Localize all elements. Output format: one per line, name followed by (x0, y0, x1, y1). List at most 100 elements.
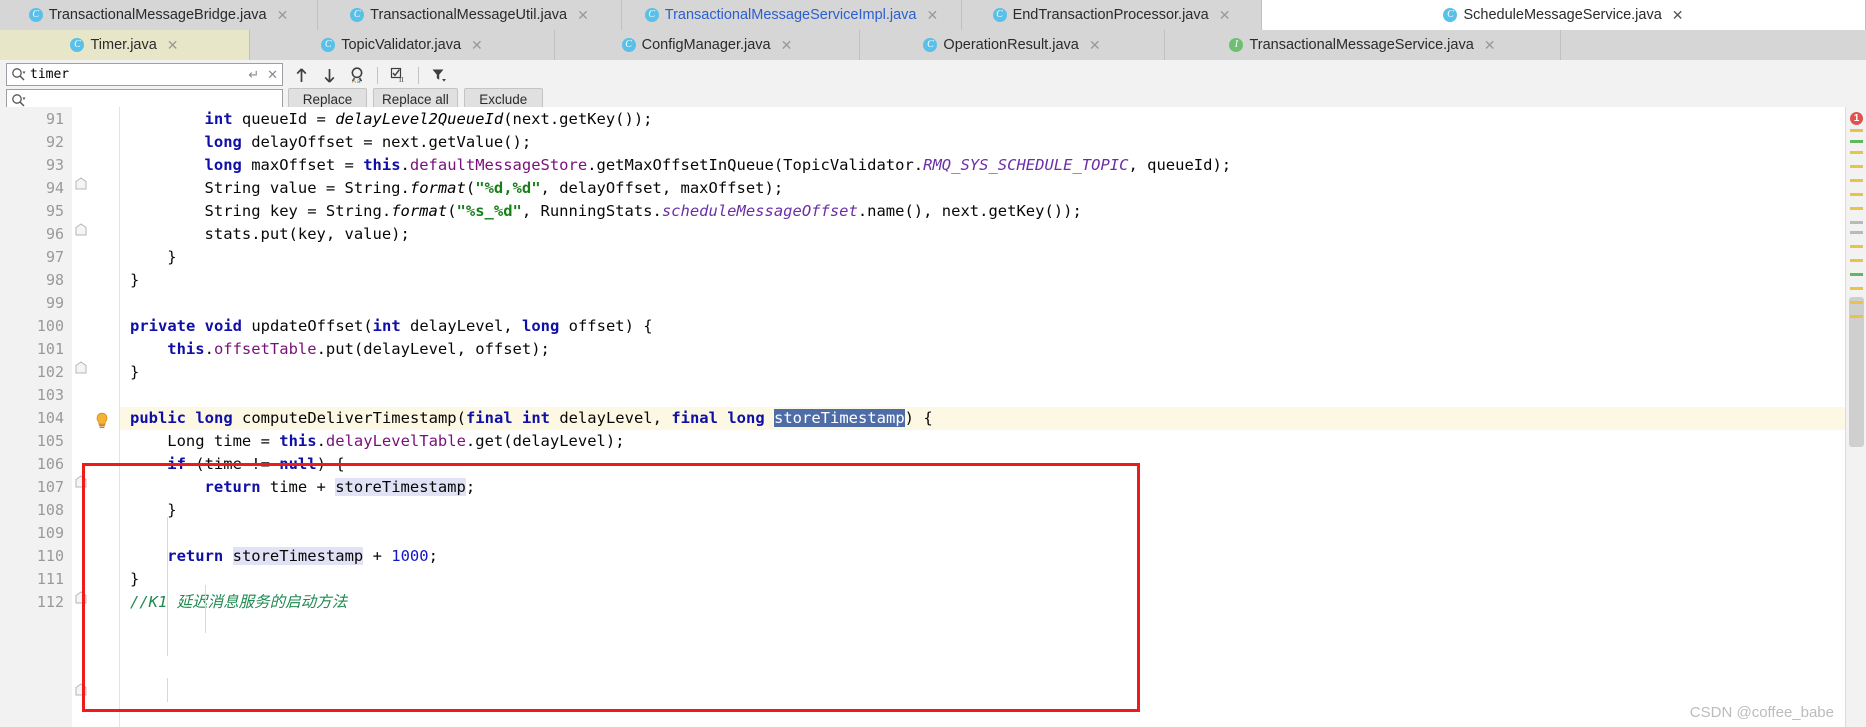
code-line[interactable]: this.offsetTable.put(delayLevel, offset)… (167, 338, 550, 361)
code-line[interactable]: String value = String.format("%d,%d", de… (205, 177, 784, 200)
code-line[interactable]: } (130, 568, 139, 591)
close-icon[interactable]: ✕ (926, 8, 938, 22)
find-next-icon[interactable] (316, 63, 342, 87)
code-token: } (130, 363, 140, 381)
indent-guide (167, 678, 169, 702)
editor-tab-transactionalmessagebridge-java[interactable]: C TransactionalMessageBridge.java ✕ (0, 0, 318, 30)
code-token: storeTimestamp (232, 547, 364, 565)
code-line[interactable]: Long time = this.delayLevelTable.get(del… (167, 430, 624, 453)
line-number: 107 (36, 478, 64, 496)
code-token: 1000 (391, 547, 429, 565)
code-editor[interactable]: 91 92 93 94 95 96 97 98 99 100 101 102 103 104 105 106 1… (0, 107, 1866, 727)
code-line[interactable]: //K1 延迟消息服务的启动方法 (130, 591, 347, 614)
code-text-area[interactable]: int queueId = delayLevel2QueueId(next.ge… (120, 107, 1866, 727)
search-input[interactable]: timer ↵ ✕ (6, 63, 283, 86)
code-line[interactable]: int queueId = delayLevel2QueueId(next.ge… (205, 108, 653, 131)
marker-tick[interactable] (1850, 245, 1863, 248)
code-token: offsetTable (213, 340, 317, 358)
code-line[interactable]: if (time != null) { (167, 453, 344, 476)
find-all-ab-icon[interactable]: A a (344, 63, 370, 87)
marker-tick[interactable] (1850, 165, 1863, 168)
marker-tick[interactable] (1850, 287, 1863, 290)
editor-tab-transactionalmessageutil-java[interactable]: C TransactionalMessageUtil.java ✕ (318, 0, 622, 30)
close-icon[interactable]: ✕ (277, 8, 289, 22)
editor-tab-endtransactionprocessor-java[interactable]: C EndTransactionProcessor.java ✕ (962, 0, 1262, 30)
close-icon[interactable]: ✕ (1089, 38, 1101, 52)
code-token: . (204, 340, 214, 358)
editor-tab-timer-java[interactable]: C Timer.java ✕ (0, 30, 250, 60)
close-icon[interactable]: ✕ (1672, 8, 1684, 22)
filter-icon[interactable] (426, 63, 452, 87)
line-number: 98 (45, 271, 64, 289)
search-clear-icon[interactable]: ✕ (267, 67, 278, 83)
code-token: (next.getKey()); (503, 110, 653, 128)
intention-bulb-icon[interactable] (94, 412, 110, 430)
close-icon[interactable]: ✕ (577, 8, 589, 22)
toolbar-separator-2 (418, 66, 419, 84)
search-history-return-icon[interactable]: ↵ (248, 67, 259, 83)
code-fold-marker-icon[interactable] (75, 361, 87, 374)
code-token: void (204, 317, 242, 335)
error-count-badge[interactable]: 1 (1850, 112, 1863, 125)
editor-marker-bar[interactable]: 1 (1845, 107, 1866, 727)
code-line[interactable]: public long computeDeliverTimestamp(fina… (130, 407, 933, 430)
code-line[interactable]: long delayOffset = next.getValue(); (205, 131, 532, 154)
code-token: return (204, 478, 261, 496)
editor-tab-operationresult-java[interactable]: C OperationResult.java ✕ (860, 30, 1165, 60)
code-line[interactable]: long maxOffset = this.defaultMessageStor… (205, 154, 1232, 177)
marker-tick[interactable] (1850, 193, 1863, 196)
code-line[interactable]: } (167, 499, 176, 522)
code-token: format (409, 179, 466, 197)
java-class-icon: C (350, 8, 365, 22)
code-line[interactable]: } (130, 269, 139, 292)
code-line[interactable]: } (130, 361, 139, 384)
code-token: final (671, 409, 718, 427)
indent-guide (167, 563, 169, 633)
annotation-gutter[interactable] (72, 107, 120, 727)
marker-tick[interactable] (1850, 207, 1863, 210)
code-line[interactable]: private void updateOffset(int delayLevel… (130, 315, 653, 338)
close-icon[interactable]: ✕ (471, 38, 483, 52)
code-fold-marker-icon[interactable] (75, 683, 87, 696)
code-token: computeDeliverTimestamp( (232, 409, 466, 427)
code-token: delayLevelTable (325, 432, 466, 450)
toolbar-separator-1 (377, 66, 378, 84)
editor-tab-label: Timer.java (90, 37, 157, 53)
code-line[interactable]: String key = String.format("%s_%d", Runn… (205, 200, 1082, 223)
code-fold-marker-icon[interactable] (75, 177, 87, 190)
marker-tick[interactable] (1850, 259, 1863, 262)
editor-tab-topicvalidator-java[interactable]: C TopicValidator.java ✕ (250, 30, 555, 60)
marker-tick[interactable] (1850, 179, 1863, 182)
select-all-occurrences-icon[interactable]: II (385, 63, 411, 87)
marker-tick[interactable] (1850, 129, 1863, 132)
close-icon[interactable]: ✕ (1219, 8, 1231, 22)
marker-tick[interactable] (1850, 151, 1863, 154)
marker-tick[interactable] (1850, 221, 1863, 224)
code-line[interactable]: return storeTimestamp + 1000; (167, 545, 438, 568)
marker-tick[interactable] (1850, 231, 1863, 234)
code-line[interactable]: } (167, 246, 176, 269)
close-icon[interactable]: ✕ (1484, 38, 1496, 52)
code-fold-marker-icon[interactable] (75, 223, 87, 236)
code-token: .name(), next.getKey()); (857, 202, 1082, 220)
marker-tick[interactable] (1850, 301, 1863, 304)
marker-tick[interactable] (1850, 273, 1863, 276)
code-fold-marker-icon[interactable] (75, 591, 87, 604)
editor-tab-configmanager-java[interactable]: C ConfigManager.java ✕ (555, 30, 860, 60)
editor-tab-schedulemessageservice-java[interactable]: C ScheduleMessageService.java ✕ (1262, 0, 1866, 30)
editor-tab-transactionalmessageserviceimpl-java[interactable]: C TransactionalMessageServiceImpl.java ✕ (622, 0, 962, 30)
marker-tick[interactable] (1850, 140, 1863, 143)
code-line[interactable]: stats.put(key, value); (205, 223, 410, 246)
code-token: null (279, 455, 317, 473)
marker-tick[interactable] (1850, 315, 1863, 318)
close-icon[interactable]: ✕ (167, 38, 179, 52)
code-fold-marker-icon[interactable] (75, 475, 87, 488)
code-line[interactable]: return time + storeTimestamp; (204, 476, 475, 499)
java-class-icon: C (621, 38, 636, 52)
code-token: //K1 (130, 593, 177, 611)
editor-tab-label: TransactionalMessageBridge.java (48, 7, 267, 23)
editor-scrollbar-thumb[interactable] (1849, 297, 1864, 447)
close-icon[interactable]: ✕ (781, 38, 793, 52)
editor-tab-transactionalmessageservice-java[interactable]: I TransactionalMessageService.java ✕ (1165, 30, 1561, 60)
find-previous-icon[interactable] (288, 63, 314, 87)
